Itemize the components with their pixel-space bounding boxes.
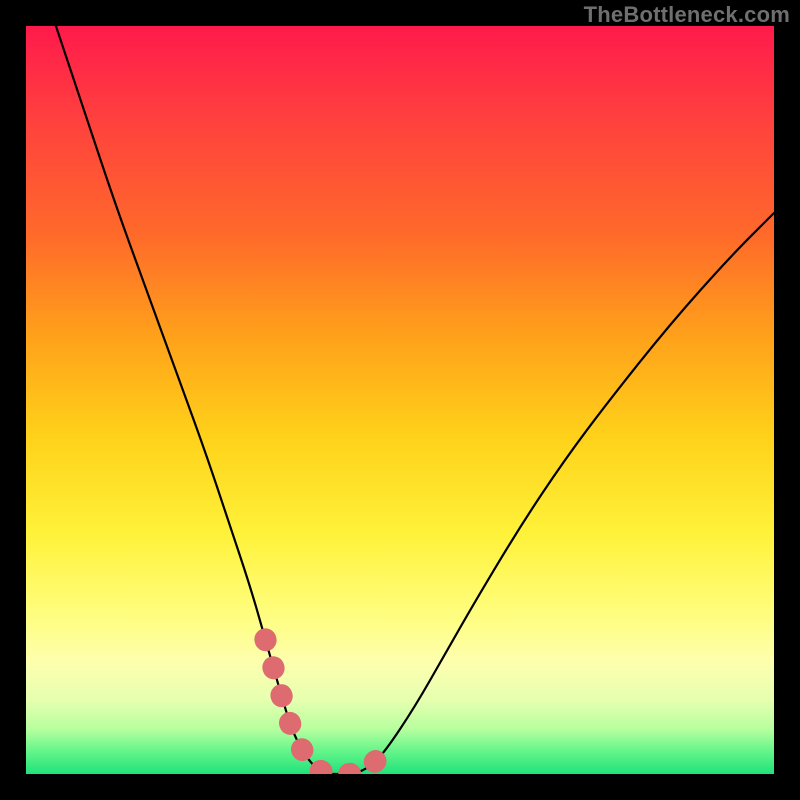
plot-area [26, 26, 774, 774]
chart-frame: TheBottleneck.com [0, 0, 800, 800]
watermark-text: TheBottleneck.com [584, 2, 790, 28]
bottleneck-curve [56, 26, 774, 774]
highlight-segment [265, 639, 385, 774]
curve-svg [26, 26, 774, 774]
